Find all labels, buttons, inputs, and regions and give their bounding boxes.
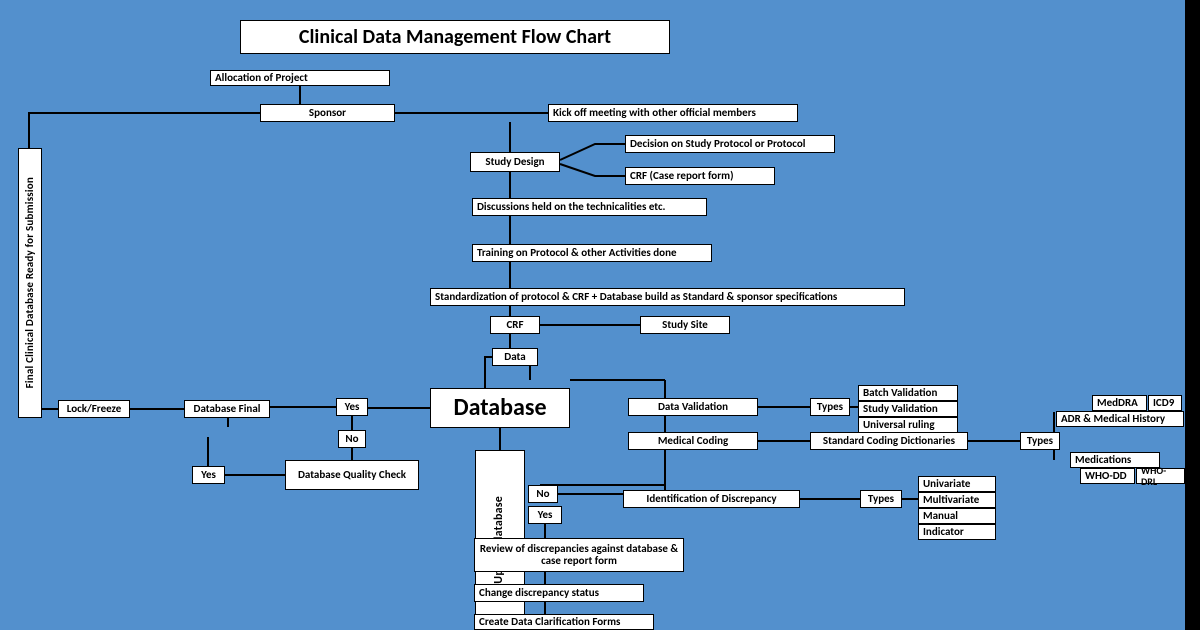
node-types-2: Types	[1020, 432, 1060, 450]
node-create-dcf: Create Data Clarification Forms	[474, 614, 654, 630]
node-crf: CRF	[490, 316, 540, 334]
node-final-db-ready: Final Clinical Database Ready for Submis…	[18, 148, 42, 418]
node-medical-coding: Medical Coding	[628, 432, 758, 450]
node-standardization: Standardization of protocol & CRF + Data…	[430, 288, 905, 306]
node-kickoff: Kick off meeting with other official mem…	[548, 104, 798, 122]
node-study-validation: Study Validation	[858, 401, 958, 417]
node-types-1: Types	[810, 398, 850, 416]
node-training: Training on Protocol & other Activities …	[472, 244, 712, 262]
node-univariate: Univariate	[918, 476, 996, 492]
node-yes-2: Yes	[192, 466, 225, 484]
node-db-quality: Database Quality Check	[285, 460, 419, 490]
node-icd9: ICD9	[1148, 395, 1182, 411]
flowchart-canvas: Clinical Data Management Flow Chart Allo…	[0, 0, 1185, 630]
node-std-coding-dict: Standard Coding Dictionaries	[810, 432, 968, 450]
node-lock-freeze: Lock/Freeze	[58, 400, 130, 418]
node-decision-protocol: Decision on Study Protocol or Protocol	[625, 135, 835, 153]
node-study-site: Study Site	[640, 316, 730, 334]
node-db-final: Database Final	[184, 400, 270, 418]
node-study-design: Study Design	[470, 152, 560, 172]
node-types-3: Types	[860, 490, 902, 508]
node-indicator: Indicator	[918, 524, 996, 540]
node-sponsor: Sponsor	[260, 104, 395, 122]
node-who-drl: WHO-DRL	[1136, 468, 1185, 484]
node-universal-ruling: Universal ruling	[858, 417, 958, 433]
node-yes-1: Yes	[336, 398, 368, 416]
node-multivariate: Multivariate	[918, 492, 996, 508]
node-batch-validation: Batch Validation	[858, 385, 958, 401]
node-meddra: MedDRA	[1092, 395, 1147, 411]
connector-lines	[0, 0, 1185, 630]
node-who-dd: WHO-DD	[1080, 468, 1135, 484]
node-allocation: Allocation of Project	[210, 70, 390, 86]
node-change-status: Change discrepancy status	[474, 584, 644, 602]
node-data: Data	[492, 348, 538, 366]
node-no-1: No	[338, 430, 366, 448]
chart-title: Clinical Data Management Flow Chart	[240, 20, 670, 54]
node-crf-form: CRF (Case report form)	[625, 167, 775, 185]
node-database: Database	[430, 388, 570, 428]
node-yes-3: Yes	[528, 506, 562, 524]
node-adr-medhist: ADR & Medical History	[1056, 411, 1184, 427]
node-manual: Manual	[918, 508, 996, 524]
node-no-2: No	[528, 485, 558, 503]
node-review-disc: Review of discrepancies against database…	[474, 538, 684, 572]
right-border-bar	[1185, 0, 1200, 630]
final-db-ready-label: Final Clinical Database Ready for Submis…	[24, 177, 36, 388]
node-data-validation: Data Validation	[628, 398, 758, 416]
node-discussions: Discussions held on the technicalities e…	[472, 198, 707, 216]
node-identification: Identification of Discrepancy	[623, 490, 800, 508]
